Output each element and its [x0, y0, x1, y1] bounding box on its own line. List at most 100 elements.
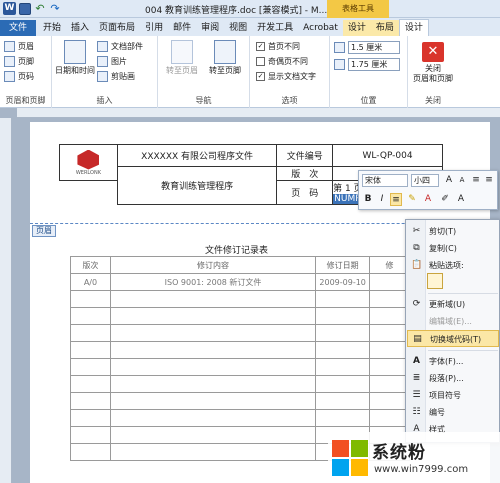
vertical-ruler[interactable]	[0, 118, 12, 483]
bold-button[interactable]: B	[362, 193, 374, 206]
tab-view[interactable]: 视图	[224, 20, 252, 36]
italic-button[interactable]: I	[376, 193, 388, 206]
footer-position-field[interactable]: 1.75 厘米	[334, 58, 400, 71]
font-color-icon[interactable]: A	[422, 193, 434, 206]
tab-table-layout[interactable]: 布局	[370, 20, 399, 36]
shrink-font-icon[interactable]: A	[456, 174, 468, 187]
version-label: 版 次	[276, 166, 334, 181]
menu-item-edit-field[interactable]: 编辑域(E)...	[407, 313, 499, 330]
revision-table: 版次 修订内容 修订日期 修 A/0 ISO 9001: 2008 新订文件 2…	[70, 256, 410, 461]
update-field-icon: ⟳	[412, 299, 421, 309]
watermark: 系统粉 www.win7999.com	[328, 432, 500, 483]
page-number-icon	[4, 71, 15, 82]
quick-parts-icon	[97, 41, 108, 52]
company-logo	[77, 149, 100, 170]
page-number-button[interactable]: 页码	[4, 71, 34, 82]
mini-toolbar: 宋体 小四 A A ≡ ≡ B I ≡ ✎ A ✐ A	[358, 170, 498, 210]
date-time-button[interactable]: 日期和时间	[55, 40, 95, 76]
close-header-footer-button[interactable]: ✕ 关闭 页眉和页脚	[410, 42, 456, 84]
checkbox-unchecked-icon	[256, 57, 265, 66]
tab-table-design[interactable]: 设计	[342, 20, 371, 36]
group-label: 插入	[96, 96, 113, 105]
paste-keep-text-icon[interactable]	[427, 273, 443, 289]
font-name-select[interactable]: 宋体	[362, 174, 408, 187]
close-icon: ✕	[422, 42, 444, 62]
tab-references[interactable]: 引用	[140, 20, 168, 36]
format-painter-icon[interactable]: ✐	[439, 193, 451, 206]
table-row	[70, 358, 410, 376]
scissors-icon: ✂	[412, 226, 421, 236]
tab-insert[interactable]: 插入	[66, 20, 94, 36]
header-position-field[interactable]: 1.5 厘米	[334, 41, 400, 54]
save-icon[interactable]	[19, 2, 31, 15]
word-app-icon[interactable]: W	[3, 2, 16, 15]
tab-header-design[interactable]: 设计	[398, 19, 429, 36]
font-size-select[interactable]: 小四	[411, 174, 439, 187]
table-row	[70, 375, 410, 393]
window-title: 004 教育训练管理程序.doc [兼容模式] - M...	[145, 6, 328, 16]
group-header-footer: 页眉 页脚 页码 页眉和页脚	[0, 36, 52, 108]
tab-file[interactable]: 文件	[0, 20, 37, 36]
undo-icon[interactable]: ↶	[34, 2, 46, 15]
revision-title: 文件修订记录表	[205, 246, 269, 256]
quick-parts-button[interactable]: 文档部件	[97, 41, 143, 52]
goto-header-button[interactable]: 转至页眉	[161, 40, 203, 76]
group-navigation: 转至页眉 转至页脚 导航	[158, 36, 250, 108]
tab-review[interactable]: 审阅	[196, 20, 224, 36]
tab-home[interactable]: 开始	[38, 20, 66, 36]
numbering-icon: ☷	[412, 407, 421, 417]
different-odd-even-checkbox[interactable]: 奇偶页不同	[256, 56, 308, 67]
group-label: 页眉和页脚	[5, 96, 46, 105]
footer-button[interactable]: 页脚	[4, 56, 34, 67]
menu-item-update-field[interactable]: ⟳ 更新域(U)	[407, 296, 499, 313]
picture-button[interactable]: 图片	[97, 56, 127, 67]
group-label: 选项	[281, 96, 298, 105]
group-label: 关闭	[425, 96, 441, 105]
title-bar: W ↶ ↷ 004 教育训练管理程序.doc [兼容模式] - M... 表格工…	[0, 0, 500, 18]
menu-item-font[interactable]: A 字体(F)...	[407, 353, 499, 370]
table-row	[70, 290, 410, 308]
menu-item-cut[interactable]: ✂ 剪切(T)	[407, 223, 499, 240]
picture-icon	[97, 56, 108, 67]
group-options: ✓ 首页不同 奇偶页不同 ✓ 显示文档文字 选项	[250, 36, 330, 108]
contextual-tab-title: 表格工具	[327, 0, 389, 18]
group-position: 1.5 厘米 1.75 厘米 位置	[330, 36, 408, 108]
menu-item-paste-options: 📋 粘贴选项:	[411, 260, 464, 270]
watermark-title: 系统粉	[372, 443, 426, 463]
table-row	[70, 409, 410, 427]
tab-developer[interactable]: 开发工具	[252, 20, 298, 36]
clip-art-button[interactable]: 剪贴画	[97, 71, 135, 82]
paste-icon: 📋	[411, 260, 423, 270]
table-row	[70, 341, 410, 359]
company-cell: XXXXXX 有限公司程序文件	[116, 144, 278, 167]
tab-page-layout[interactable]: 页面布局	[94, 20, 140, 36]
bullets-icon: ☰	[412, 390, 421, 400]
menu-item-toggle-field-codes[interactable]: ▤ 切换域代码(T)	[407, 330, 499, 347]
tab-mailings[interactable]: 邮件	[168, 20, 196, 36]
ribbon: 页眉 页脚 页码 页眉和页脚 日期和时间 文档部件 图片 剪贴画 插入 转至页眉…	[0, 36, 500, 108]
checkbox-checked-icon: ✓	[256, 42, 265, 51]
group-insert: 日期和时间 文档部件 图片 剪贴画 插入	[52, 36, 158, 108]
show-document-text-checkbox[interactable]: ✓ 显示文档文字	[256, 71, 316, 82]
group-label: 导航	[195, 96, 212, 105]
grow-font-icon[interactable]: A	[443, 174, 455, 187]
ribbon-tabs: 文件 开始 插入 页面布局 引用 邮件 审阅 视图 开发工具 Acrobat 设…	[0, 18, 500, 36]
menu-item-bullets[interactable]: ☰ 项目符号	[407, 387, 499, 404]
indent-icon[interactable]: ≡	[470, 174, 482, 187]
menu-item-numbering[interactable]: ☷ 编号	[407, 404, 499, 421]
align-center-icon[interactable]: ≡	[390, 193, 402, 206]
goto-footer-button[interactable]: 转至页脚	[204, 40, 246, 76]
horizontal-ruler[interactable]	[17, 108, 500, 118]
different-first-page-checkbox[interactable]: ✓ 首页不同	[256, 41, 300, 52]
header-tag: 页眉	[32, 225, 56, 237]
redo-icon[interactable]: ↷	[49, 2, 61, 15]
styles-icon[interactable]: A	[455, 193, 467, 206]
header-button[interactable]: 页眉	[4, 41, 34, 52]
menu-item-copy[interactable]: ⧉ 复制(C)	[407, 240, 499, 257]
tab-acrobat[interactable]: Acrobat	[298, 20, 343, 36]
doc-no-label: 文件编号	[276, 144, 334, 167]
menu-item-paragraph[interactable]: ≣ 段落(P)...	[407, 370, 499, 387]
outdent-icon[interactable]: ≡	[483, 174, 495, 187]
page-label: 页 码	[276, 180, 334, 205]
highlight-icon[interactable]: ✎	[406, 193, 418, 206]
